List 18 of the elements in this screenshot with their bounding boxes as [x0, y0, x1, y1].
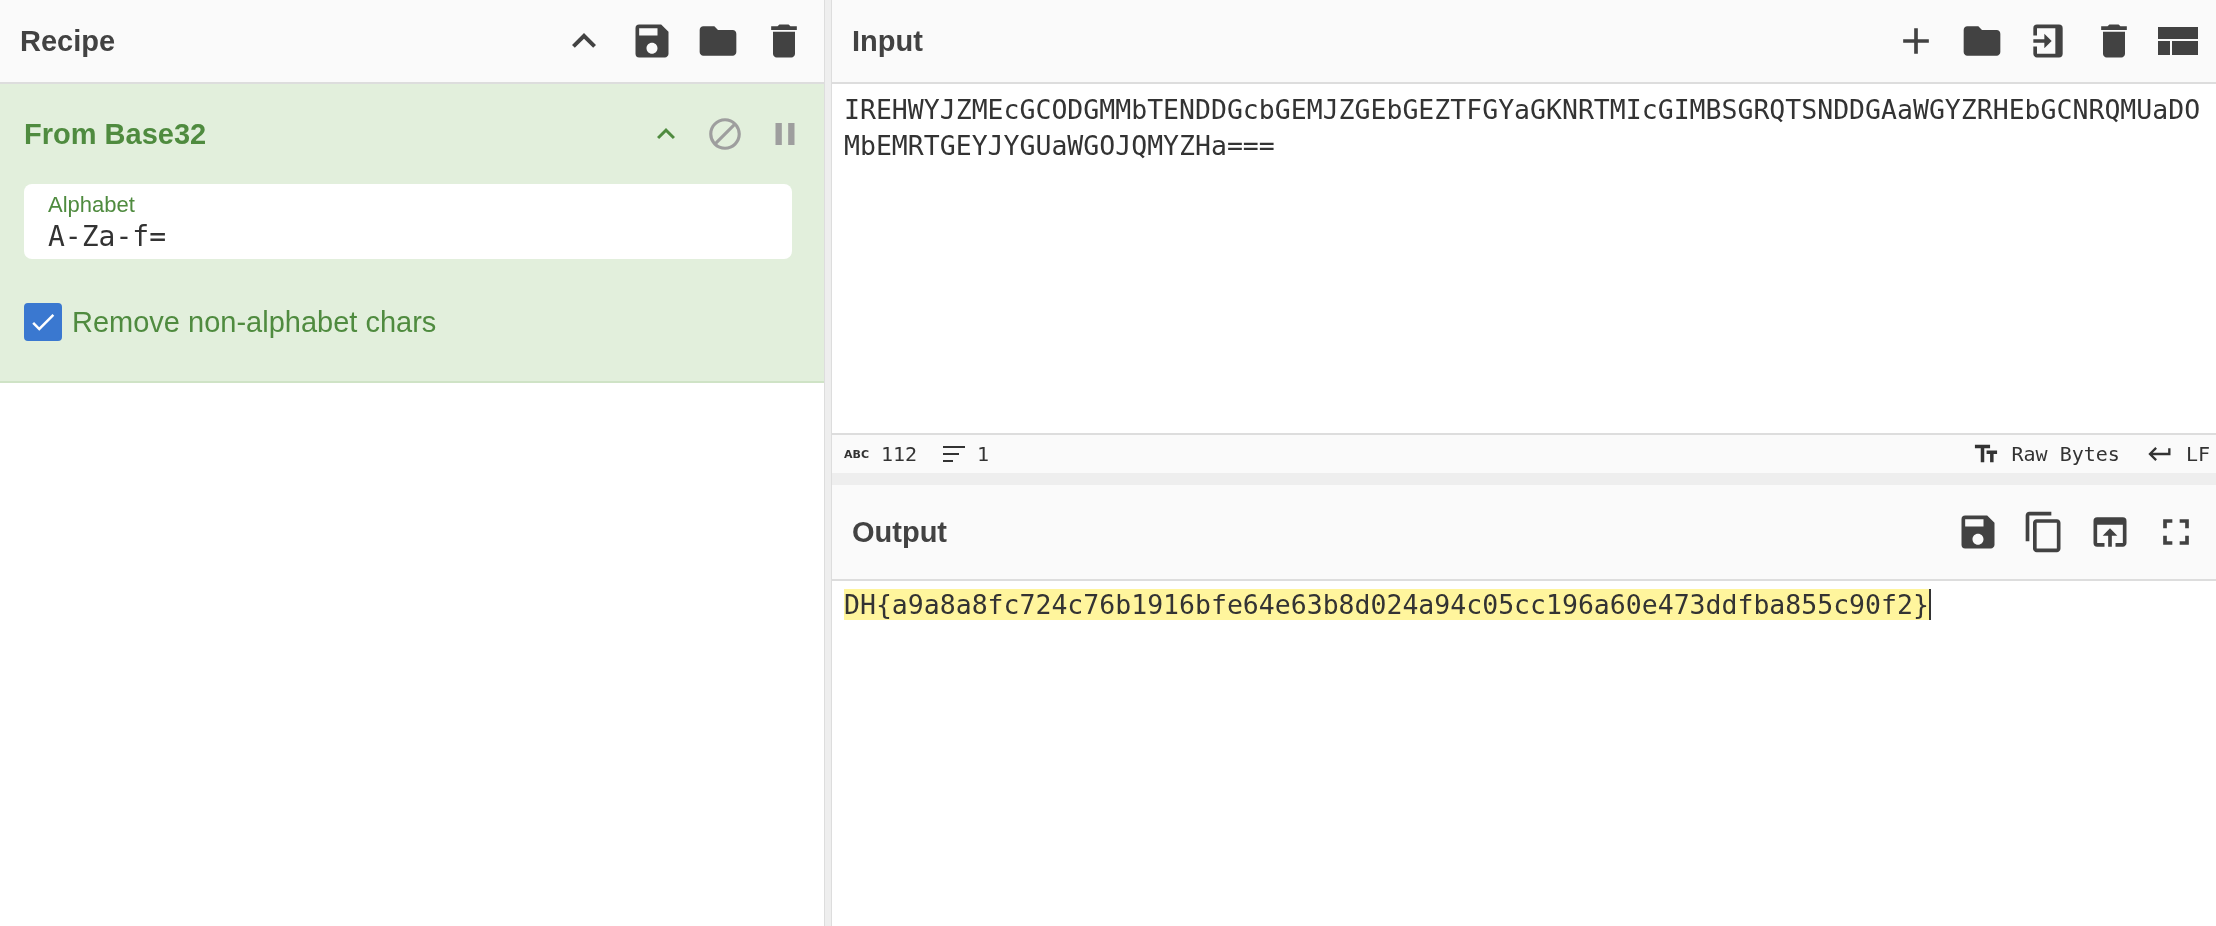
field-label: Alphabet — [48, 192, 136, 218]
panel-title: Input — [852, 24, 923, 58]
length-icon: ABC — [844, 447, 869, 461]
checkbox[interactable] — [24, 303, 62, 341]
field-value: A-Za-f= — [48, 220, 167, 253]
operation-title: From Base32 — [24, 117, 207, 151]
encoding-label[interactable]: Raw Bytes — [2011, 442, 2120, 466]
eol-label[interactable]: LF — [2185, 442, 2210, 466]
lines-icon — [943, 446, 966, 462]
output-text: DH{a9a8a8fc724c76b1916bfe64e63b8d024a94c05cc196a60e473ddfba855c90f2} — [844, 589, 1931, 620]
layout-icon[interactable] — [2158, 27, 2198, 55]
char-count: 112 — [881, 442, 918, 466]
panel-title: Output — [852, 515, 947, 549]
input-text-area[interactable]: IREHWYJZMEcGCODGMMbTENDDGcbGEMJZGEbGEZTFGYaGKNRTMIcGIMBSGRQTSNDDGAaWGYZRHEbGCNRQMUaDOMbEMRTGEYJYGUaWGOJQMYZHa=== — [832, 84, 2216, 433]
line-count: 1 — [977, 442, 990, 466]
alphabet-field[interactable]: Alphabet A-Za-f= — [24, 184, 792, 259]
panel-title: Recipe — [20, 24, 116, 58]
checkbox-label: Remove non-alphabet chars — [72, 305, 437, 339]
